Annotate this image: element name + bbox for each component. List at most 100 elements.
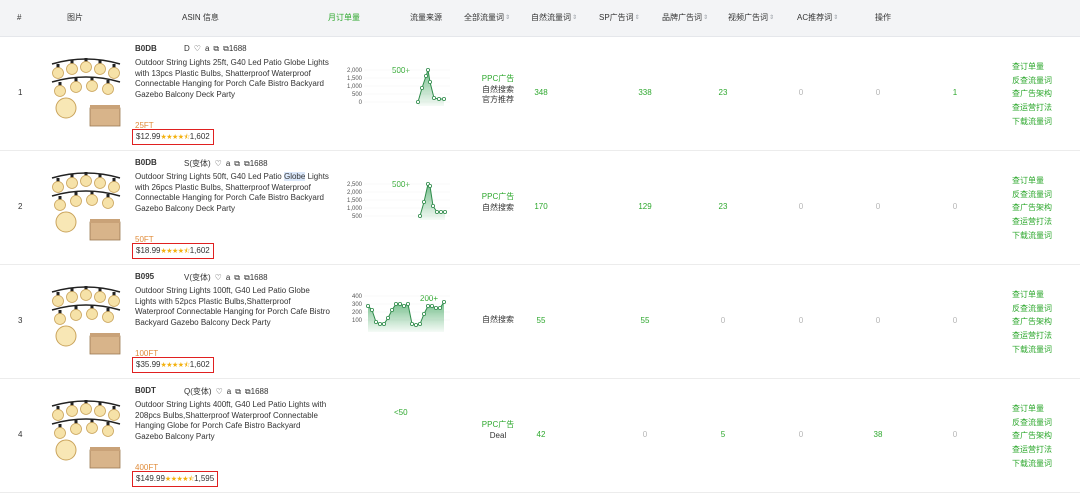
traffic-source: 官方推荐 (482, 95, 514, 104)
asin-code[interactable]: B0DB (135, 158, 157, 167)
action-link[interactable]: 查订单量 (1012, 288, 1058, 302)
action-link[interactable]: 查运营打法 (1012, 215, 1058, 229)
price: $35.99 (136, 360, 161, 369)
keyword-count: 0 (798, 202, 804, 211)
column-header[interactable]: 品牌广告词⇕ (662, 0, 708, 36)
action-link[interactable]: 反查流量词 (1012, 74, 1058, 88)
action-link[interactable]: 查运营打法 (1012, 443, 1058, 457)
link-1688-icon[interactable]: ⧉1688 (223, 44, 247, 53)
product-image (51, 172, 121, 241)
heart-icon[interactable]: ♡ (194, 44, 201, 53)
link-1688-icon[interactable]: ⧉1688 (245, 387, 269, 396)
action-link[interactable]: 查广告架构 (1012, 429, 1058, 443)
asin-code[interactable]: B0DT (135, 386, 156, 395)
amazon-icon[interactable]: a (227, 387, 231, 396)
keyword-count[interactable]: 1 (940, 88, 970, 97)
keyword-count[interactable]: 170 (526, 202, 556, 211)
keyword-count[interactable]: 23 (708, 88, 738, 97)
column-header-label: 流量来源 (410, 13, 442, 22)
asin-code[interactable]: B0DB (135, 44, 157, 53)
sort-icon[interactable]: ⇕ (703, 0, 708, 36)
row-index: 1 (18, 88, 23, 97)
action-link[interactable]: 查运营打法 (1012, 101, 1058, 115)
product-title[interactable]: Outdoor String Lights 50ft, G40 Led Pati… (135, 172, 330, 214)
column-header-label: 品牌广告词 (662, 13, 702, 22)
amazon-icon[interactable]: a (205, 44, 209, 53)
traffic-source[interactable]: PPC广告 (472, 420, 524, 431)
product-table: # 图片 ASIN 信息 月订单量 流量来源 全部流量词⇕ 自然流量词⇕ SP广告词⇕ 品牌广告… (0, 0, 1080, 500)
rating-count: 1,602 (189, 132, 210, 141)
product-title[interactable]: Outdoor String Lights 400ft, G40 Led Pat… (135, 400, 330, 442)
product-image (51, 286, 121, 355)
action-link[interactable]: 反查流量词 (1012, 416, 1058, 430)
action-link[interactable]: 下载流量词 (1012, 115, 1058, 129)
amazon-icon[interactable]: a (226, 159, 230, 168)
product-thumbnail[interactable] (50, 50, 122, 128)
asin-code[interactable]: B095 (135, 272, 154, 281)
action-link[interactable]: 反查流量词 (1012, 302, 1058, 316)
action-link[interactable]: 查广告架构 (1012, 315, 1058, 329)
star-rating-icon: ★★★★⯪ (160, 362, 190, 369)
copy-icon[interactable]: ⧉ (234, 273, 240, 282)
price-rating-box: $149.99★★★★⯪1,595 (132, 471, 219, 487)
column-header[interactable]: AC推荐词⇕ (797, 0, 838, 36)
keyword-count[interactable]: 55 (630, 316, 660, 325)
action-link[interactable]: 查广告架构 (1012, 201, 1058, 215)
product-thumbnail[interactable] (50, 278, 122, 356)
column-header-label: SP广告词 (599, 13, 634, 22)
action-link[interactable]: 查订单量 (1012, 174, 1058, 188)
table-row: 3 B095 V(变体) ♡ a ⧉ ⧉1688 Outdoor String Lights … (0, 264, 1080, 379)
column-header: ASIN 信息 (182, 0, 219, 36)
action-link[interactable]: 查运营打法 (1012, 329, 1058, 343)
traffic-source[interactable]: PPC广告 (472, 192, 524, 203)
keyword-count[interactable]: 348 (526, 88, 556, 97)
heart-icon[interactable]: ♡ (215, 273, 222, 282)
action-link[interactable]: 查广告架构 (1012, 87, 1058, 101)
product-thumbnail[interactable] (50, 392, 122, 470)
action-link[interactable]: 反查流量词 (1012, 188, 1058, 202)
column-header[interactable]: 全部流量词⇕ (464, 0, 510, 36)
product-title[interactable]: Outdoor String Lights 100ft, G40 Led Pat… (135, 286, 330, 328)
keyword-count[interactable]: 23 (708, 202, 738, 211)
keyword-count[interactable]: 42 (526, 430, 556, 439)
action-link[interactable]: 下载流量词 (1012, 457, 1058, 471)
sort-icon[interactable]: ⇕ (505, 0, 510, 36)
keyword-count[interactable]: 129 (630, 202, 660, 211)
action-link[interactable]: 查订单量 (1012, 60, 1058, 74)
monthly-orders-chart: 2,500 2,000 1,500 1,000 500 (340, 172, 450, 227)
monthly-orders-chart: 2,000 1,500 1,000 500 0 (340, 58, 450, 113)
action-link[interactable]: 查订单量 (1012, 402, 1058, 416)
sort-icon[interactable]: ⇕ (572, 0, 577, 36)
svg-text:1,500: 1,500 (347, 76, 363, 82)
column-header[interactable]: SP广告词⇕ (599, 0, 640, 36)
traffic-source[interactable]: PPC广告 (472, 74, 524, 85)
sort-icon[interactable]: ⇕ (635, 0, 640, 36)
heart-icon[interactable]: ♡ (216, 387, 223, 396)
link-1688-icon[interactable]: ⧉1688 (244, 159, 268, 168)
star-rating-icon: ★★★★⯪ (160, 248, 190, 255)
copy-icon[interactable]: ⧉ (213, 44, 219, 53)
sort-icon[interactable]: ⇕ (833, 0, 838, 36)
keyword-count[interactable]: 338 (630, 88, 660, 97)
column-header[interactable]: 自然流量词⇕ (531, 0, 577, 36)
action-link[interactable]: 下载流量词 (1012, 343, 1058, 357)
sort-icon[interactable]: ⇕ (769, 0, 774, 36)
product-title[interactable]: Outdoor String Lights 25ft, G40 Led Pati… (135, 58, 330, 100)
action-link[interactable]: 下载流量词 (1012, 229, 1058, 243)
amazon-icon[interactable]: a (226, 273, 230, 282)
link-1688-icon[interactable]: ⧉1688 (244, 273, 268, 282)
column-header: 操作 (875, 0, 891, 36)
svg-text:2,000: 2,000 (347, 68, 363, 74)
svg-text:1,000: 1,000 (347, 206, 363, 212)
keyword-count[interactable]: 5 (708, 430, 738, 439)
keyword-count[interactable]: 38 (863, 430, 893, 439)
copy-icon[interactable]: ⧉ (234, 159, 240, 168)
svg-text:1,000: 1,000 (347, 84, 363, 90)
product-thumbnail[interactable] (50, 164, 122, 242)
column-header-label: # (17, 13, 22, 22)
keyword-count[interactable]: 55 (526, 316, 556, 325)
column-header[interactable]: 视频广告词⇕ (728, 0, 774, 36)
copy-icon[interactable]: ⧉ (235, 387, 241, 396)
traffic-sources: PPC广告 自然搜索 官方推荐 (472, 74, 524, 106)
heart-icon[interactable]: ♡ (215, 159, 222, 168)
